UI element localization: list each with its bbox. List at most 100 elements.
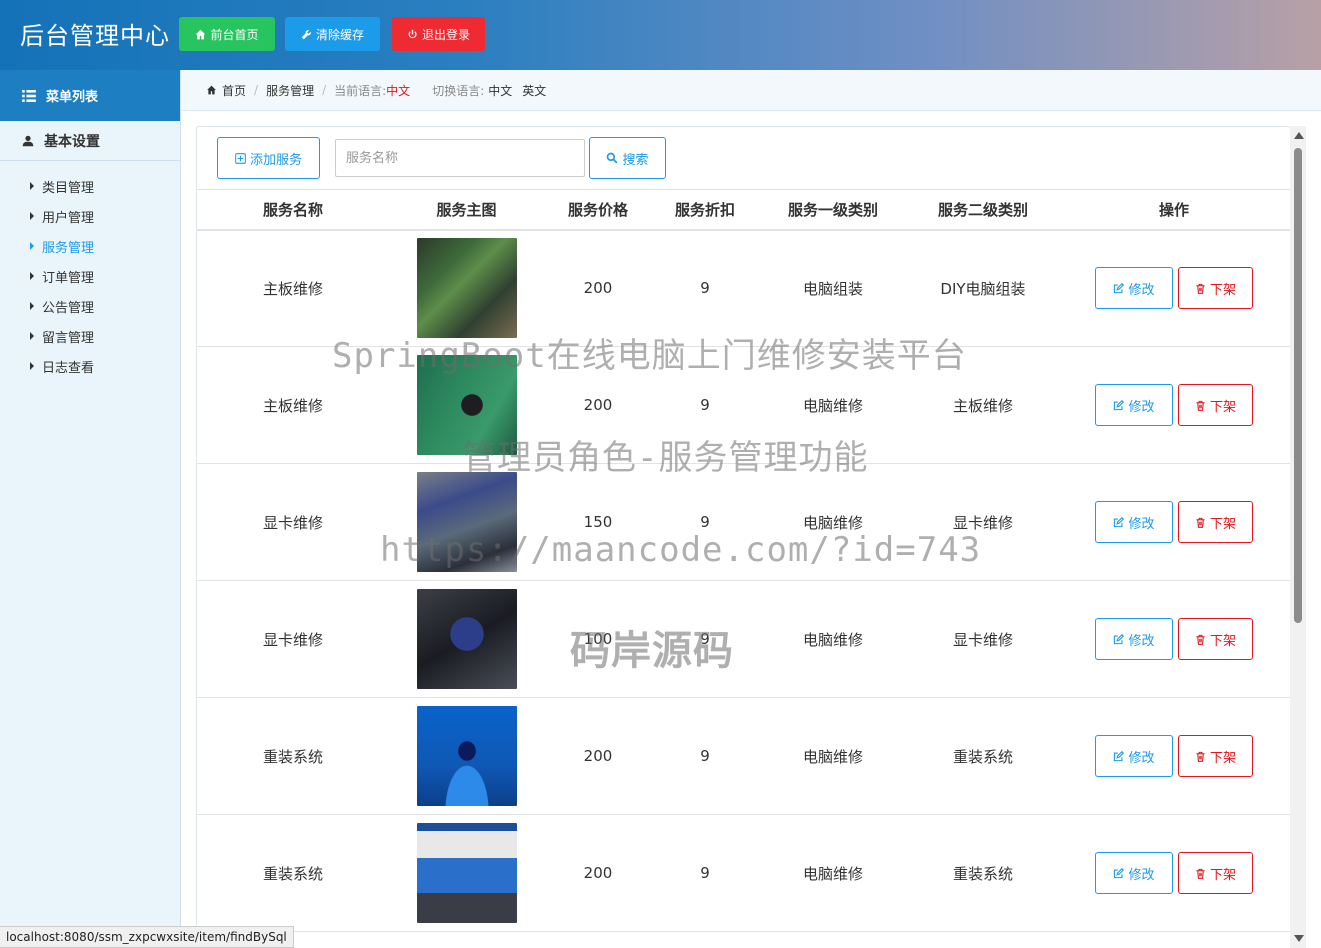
edit-icon [1114,516,1125,527]
service-discount-cell: 9 [652,580,758,698]
service-name-cell: 显卡维修 [197,463,389,581]
edit-button[interactable]: 修改 [1095,384,1173,426]
clear-cache-button[interactable]: 清除缓存 [285,17,380,51]
sidebar-item-label: 服务管理 [42,240,95,256]
delist-label: 下架 [1209,515,1236,531]
delist-button[interactable]: 下架 [1178,384,1253,426]
caret-right-icon [30,362,34,370]
service-image-cell [389,463,544,581]
delist-label: 下架 [1209,632,1236,648]
vertical-scrollbar[interactable] [1290,126,1306,948]
sidebar-item-announcements[interactable]: 公告管理 [0,291,180,321]
edit-label: 修改 [1128,281,1155,297]
col-service-price: 服务价格 [544,189,652,231]
table-row: 主板维修 200 9 电脑组装 DIY电脑组装 修改 下架 [197,229,1290,347]
service-name-cell: 主板维修 [197,346,389,464]
caret-right-icon [30,302,34,310]
delist-label: 下架 [1209,749,1236,765]
current-language-label: 当前语言: [334,83,387,98]
edit-button[interactable]: 修改 [1095,267,1173,310]
service-price-cell: 200 [544,346,652,464]
primary-category-cell: 电脑维修 [758,814,908,932]
current-language-value: 中文 [386,83,411,98]
app-title: 后台管理中心 [20,22,170,50]
actions-cell: 修改 下架 [1058,229,1290,347]
basic-settings-section[interactable]: 基本设置 [0,121,180,161]
table-row: 重装系统 200 9 电脑维修 重装系统 修改 下架 [197,697,1290,815]
actions-cell: 修改 下架 [1058,463,1290,581]
sidebar-item-logs[interactable]: 日志查看 [0,351,180,381]
sidebar-item-messages[interactable]: 留言管理 [0,321,180,351]
caret-right-icon [30,332,34,340]
edit-icon [1114,867,1125,878]
switch-language-zh[interactable]: 中文 [488,82,512,99]
sidebar-item-category[interactable]: 类目管理 [0,171,180,201]
service-image [416,589,517,689]
edit-button[interactable]: 修改 [1095,852,1173,894]
service-name-search-input[interactable] [335,139,585,177]
scroll-up-arrow-icon[interactable] [1294,132,1304,139]
browser-status-bar: localhost:8080/ssm_zxpcwxsite/item/findB… [0,926,294,948]
edit-button[interactable]: 修改 [1095,735,1173,777]
breadcrumb-separator: / [254,83,259,97]
service-image-cell [389,346,544,464]
delist-button[interactable]: 下架 [1178,267,1253,310]
wrench-icon [301,29,311,39]
edit-icon [1114,633,1125,644]
breadcrumb-home[interactable]: 首页 [222,82,246,99]
col-secondary-category: 服务二级类别 [908,189,1058,231]
sidebar-item-label: 订单管理 [42,270,95,286]
secondary-category-cell: 显卡维修 [908,463,1058,581]
edit-button[interactable]: 修改 [1095,618,1173,660]
delist-label: 下架 [1209,866,1236,882]
service-price-cell: 150 [544,463,652,581]
service-discount-cell: 9 [652,346,758,464]
table-row: 重装系统 200 9 电脑维修 重装系统 修改 下架 [197,814,1290,932]
sidebar-item-users[interactable]: 用户管理 [0,201,180,231]
menu-list-header: 菜单列表 [0,70,180,121]
service-image [416,823,517,923]
service-image-cell [389,229,544,347]
edit-label: 修改 [1128,749,1155,765]
service-price-cell: 200 [544,697,652,815]
primary-category-cell: 电脑维修 [758,463,908,581]
service-table: 服务名称 服务主图 服务价格 服务折扣 服务一级类别 服务二级类别 操作 主板维… [197,189,1290,932]
sidebar-item-services[interactable]: 服务管理 [0,231,180,261]
service-name-cell: 显卡维修 [197,580,389,698]
sidebar-item-label: 公告管理 [42,300,95,316]
home-icon [207,85,216,95]
service-price-cell: 200 [544,814,652,932]
sidebar: 菜单列表 基本设置 类目管理 用户管理 服务管理 订单管理 公告管理 留言管理 … [0,70,181,948]
service-image [416,706,517,806]
frontend-home-label: 前台首页 [210,27,259,42]
breadcrumb-separator: / [322,83,327,97]
frontend-home-button[interactable]: 前台首页 [179,17,275,51]
trash-icon [1196,400,1205,411]
sidebar-item-label: 日志查看 [42,360,95,376]
scroll-down-arrow-icon[interactable] [1294,935,1304,942]
secondary-category-cell: DIY电脑组装 [908,229,1058,347]
add-service-label: 添加服务 [249,151,302,167]
delist-button[interactable]: 下架 [1178,735,1253,777]
edit-label: 修改 [1128,398,1155,414]
edit-icon [1114,750,1125,761]
primary-category-cell: 电脑维修 [758,697,908,815]
logout-button[interactable]: 退出登录 [392,17,485,51]
service-discount-cell: 9 [652,697,758,815]
sidebar-item-label: 用户管理 [42,210,95,226]
col-service-name: 服务名称 [197,189,389,231]
sidebar-item-label: 类目管理 [42,180,95,196]
delist-button[interactable]: 下架 [1178,501,1253,543]
search-button[interactable]: 搜索 [589,137,666,179]
delist-button[interactable]: 下架 [1178,618,1253,660]
add-service-button[interactable]: 添加服务 [217,137,320,179]
edit-button[interactable]: 修改 [1095,501,1173,543]
sidebar-item-orders[interactable]: 订单管理 [0,261,180,291]
scrollbar-thumb[interactable] [1294,148,1302,623]
trash-icon [1196,634,1205,645]
caret-right-icon [30,242,34,250]
delist-button[interactable]: 下架 [1178,852,1253,894]
menu-list-title: 菜单列表 [46,90,99,105]
caret-right-icon [30,182,34,190]
switch-language-en[interactable]: 英文 [522,82,546,99]
